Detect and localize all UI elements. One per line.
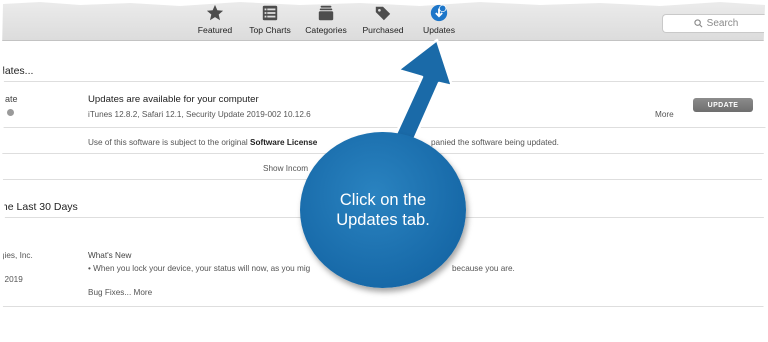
callout-bubble: Click on the Updates tab. xyxy=(300,132,466,288)
app-store-window: Featured Top Charts Categories Purchased… xyxy=(0,0,768,342)
callout-text: Click on the Updates tab. xyxy=(336,191,430,229)
